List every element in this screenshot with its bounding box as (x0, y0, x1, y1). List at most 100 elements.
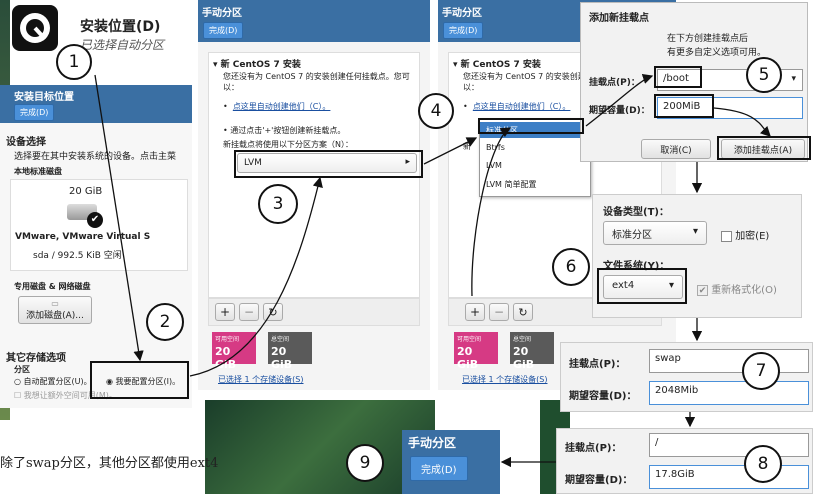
disk-name: VMware, VMware Virtual S (15, 232, 151, 242)
highlight-manual-option (90, 361, 189, 399)
highlight-standard-partition (478, 118, 584, 134)
done-button[interactable]: 完成(D) (203, 22, 244, 39)
checkbox-icon (721, 230, 732, 242)
action-bar: + − ↻ (208, 298, 420, 326)
panel-title: 手动分区 (408, 436, 457, 450)
device-selection-desc: 选择要在其中安装系统的设备。点击主菜 (14, 152, 177, 162)
radio-icon: ○ (14, 377, 21, 386)
reformat-label: 重新格式化(O) (711, 285, 777, 296)
step-3-marker: 3 (258, 184, 298, 224)
dialog-desc-line2: 有更多自定义选项可用。 (667, 48, 767, 58)
encrypt-checkbox[interactable]: 加密(E) (721, 227, 769, 242)
storage-devices-link[interactable]: 已选择 1 个存储设备(S) (218, 374, 304, 385)
total-space-value: 20 GiB (271, 345, 293, 371)
step-2-marker: 2 (146, 303, 184, 341)
auto-partition-label: 自动配置分区(U)。 (23, 377, 92, 386)
done-button[interactable]: 完成(D) (410, 456, 468, 481)
checkbox-icon: ☐ (14, 391, 22, 400)
chevron-down-icon: ▾ (791, 74, 796, 84)
done-button[interactable]: 完成(D) (443, 22, 484, 39)
local-disks-label: 本地标准磁盘 (14, 167, 62, 176)
manual-partition-panel: 手动分区 完成(D) ▾ 新 CentOS 7 安装 您还没有为 CentOS … (198, 0, 430, 390)
highlight-capacity-input (654, 94, 714, 118)
encrypt-label: 加密(E) (735, 231, 770, 242)
note-text: 除了swap分区，其他分区都使用ext4 (0, 456, 219, 471)
highlight-add-button (717, 136, 811, 160)
disk-info: sda / 992.5 KiB 空闲 (33, 251, 122, 261)
add-mountpoint-button[interactable]: + (215, 303, 235, 321)
scheme-hint: 新挂载点将使用以下分区方案（N）： (223, 140, 353, 149)
install-title-text: 新 CentOS 7 安装 (220, 60, 301, 70)
available-space-value: 20 GiB (215, 345, 237, 371)
auto-create-link-text: 点这里自动创建他们（C）。 (472, 102, 571, 111)
other-options-heading: 其它存储选项 (6, 353, 66, 364)
remove-mountpoint-button[interactable]: − (489, 303, 509, 321)
dialog-title: 添加新挂载点 (589, 13, 649, 24)
scheme-option-lvm-thin[interactable]: LVM 简单配置 (480, 176, 590, 192)
disk-small-icon: ▭ (51, 299, 59, 308)
scheme-option-lvm[interactable]: LVM (480, 158, 590, 174)
background-strip (205, 400, 435, 494)
remove-mountpoint-button[interactable]: − (239, 303, 259, 321)
panel-title: 安装目标位置 (14, 92, 74, 103)
panel-title: 手动分区 (202, 8, 242, 19)
step-8-marker: 8 (744, 445, 782, 483)
add-disk-button[interactable]: ▭ 添加磁盘(A)... (18, 296, 92, 324)
reformat-checkbox[interactable]: ✔ 重新格式化(O) (697, 281, 777, 296)
device-selection-heading: 设备选择 (6, 137, 46, 148)
highlight-filesystem (597, 268, 687, 304)
step-6-marker: 6 (552, 248, 590, 286)
install-target-panel: 安装目标位置 完成(D) 设备选择 选择要在其中安装系统的设备。点击主菜 本地标… (0, 85, 192, 408)
dialog-desc-line1: 在下方创建挂载点后 (667, 34, 749, 44)
available-space-label: 可用空间 (215, 336, 240, 343)
step-7-marker: 7 (742, 352, 780, 390)
capacity-input[interactable]: 2048Mib (649, 381, 809, 405)
auto-create-link[interactable]: • 点这里自动创建他们（C）。 (463, 101, 570, 112)
device-type-dropdown[interactable]: 标准分区 ▾ (603, 221, 707, 245)
scheme-option-btrfs[interactable]: Btrfs (480, 140, 590, 156)
mountpoint-label: 挂载点(P)： (569, 359, 626, 370)
done-button[interactable]: 完成(D) (14, 104, 55, 121)
install-title-text: 新 CentOS 7 安装 (460, 60, 541, 70)
refresh-button[interactable]: ↻ (263, 303, 283, 321)
available-space-chip: 可用空间 20 GiB (454, 332, 498, 371)
install-location-subtitle: 已选择自动分区 (80, 38, 165, 52)
add-mountpoint-button[interactable]: + (465, 303, 485, 321)
available-space-chip: 可用空间 20 GiB (212, 332, 256, 371)
auto-partition-radio[interactable]: ○ 自动配置分区(U)。 (14, 376, 92, 387)
auto-create-link-text: 点这里自动创建他们（C）。 (232, 102, 331, 111)
storage-devices-link[interactable]: 已选择 1 个存储设备(S) (462, 374, 548, 385)
capacity-label: 期望容量(D)： (565, 475, 633, 486)
cancel-button[interactable]: 取消(C) (641, 139, 711, 159)
available-space-label: 可用空间 (457, 336, 482, 343)
capacity-input[interactable]: 17.8GiB (649, 465, 809, 489)
highlight-scheme-dropdown (234, 150, 423, 178)
highlight-mountpoint-input (654, 66, 702, 88)
install-location-header: 安装位置(D) 已选择自动分区 (10, 0, 190, 78)
install-desc: 您还没有为 CentOS 7 的安装创建任何挂载点。您可以： (223, 72, 410, 92)
auto-create-link[interactable]: • 点这里自动创建他们（C）。 (223, 101, 330, 112)
total-space-value: 20 GiB (513, 345, 535, 371)
total-space-label: 总空间 (271, 336, 290, 343)
device-type-label: 设备类型(T)： (603, 207, 669, 218)
step-5-marker: 5 (746, 57, 782, 93)
add-disk-label: 添加磁盘(A)... (26, 311, 84, 321)
mountpoint-label: 挂载点(P)： (565, 443, 622, 454)
device-type-value: 标准分区 (612, 230, 652, 241)
step-9-marker: 9 (346, 444, 384, 482)
total-space-label: 总空间 (513, 336, 532, 343)
panel-title: 手动分区 (442, 8, 482, 19)
mountpoint-input[interactable]: swap (649, 349, 809, 373)
checkbox-checked-icon: ✔ (697, 284, 708, 296)
capacity-label: 期望容量(D)： (569, 391, 637, 402)
disk-tile[interactable]: 20 GiB ✔ VMware, VMware Virtual S sda / … (10, 179, 188, 271)
disk-icon (20, 13, 50, 43)
disk-size: 20 GiB (69, 186, 103, 197)
manual-hint-text: 通过点击'+'按钮创建新挂载点。 (230, 126, 346, 135)
checkmark-icon: ✔ (87, 212, 103, 228)
disk-app-icon (12, 5, 58, 51)
step-1-marker: 1 (56, 44, 92, 80)
chevron-down-icon: ▾ (692, 226, 698, 237)
mountpoint-input[interactable]: / (649, 433, 809, 457)
refresh-button[interactable]: ↻ (513, 303, 533, 321)
